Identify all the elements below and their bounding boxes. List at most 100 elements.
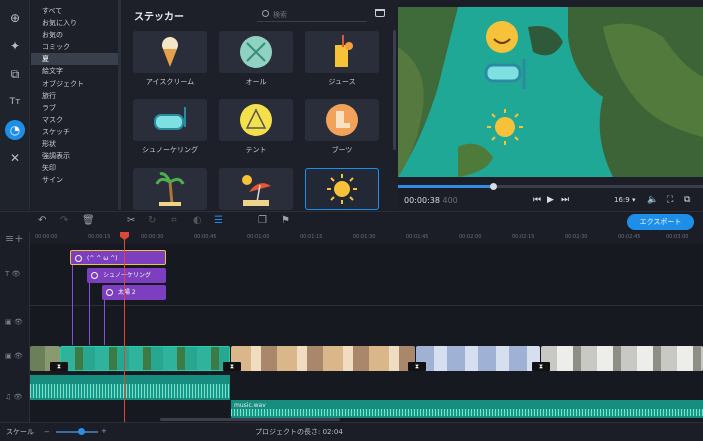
video-track-icon[interactable]: ▣ 👁: [5, 352, 23, 360]
sticker-clip[interactable]: 太陽 2: [102, 285, 166, 300]
ice-cream-icon: [162, 37, 178, 67]
transition-icon[interactable]: ⧗: [408, 362, 426, 371]
sticker-clip[interactable]: シュノーケリング: [87, 268, 166, 283]
titles-icon[interactable]: Tт: [5, 92, 25, 112]
play-icon[interactable]: ▶: [547, 195, 554, 205]
video-clip[interactable]: [541, 346, 703, 371]
ruler-tick: 00:02:15: [512, 234, 535, 240]
rotate-icon[interactable]: ↻: [148, 215, 156, 226]
ruler-tick: 00:02:00: [459, 234, 482, 240]
category-item[interactable]: 矢印: [31, 162, 121, 174]
search-input[interactable]: 検索: [257, 8, 367, 22]
category-item[interactable]: コミック: [31, 41, 121, 53]
title-track-icon[interactable]: T 👁: [5, 270, 20, 278]
sticker-oars[interactable]: [219, 31, 293, 73]
category-item[interactable]: お気の: [31, 29, 121, 41]
zoom-out-icon[interactable]: −: [44, 428, 50, 436]
sticker-umbrella[interactable]: [219, 168, 293, 210]
sticker-clip-icon: [106, 289, 113, 296]
category-item[interactable]: 絵文字: [31, 65, 121, 77]
next-frame-icon[interactable]: ⏭: [561, 195, 569, 205]
category-item[interactable]: ラブ: [31, 102, 121, 114]
sticker-label: アイスクリーム: [145, 78, 195, 86]
crop-icon[interactable]: ⌗: [171, 215, 177, 226]
ruler-tick: 00:01:30: [353, 234, 376, 240]
video-preview[interactable]: [398, 7, 703, 177]
popout-icon[interactable]: ⧉: [684, 195, 690, 205]
color-icon[interactable]: ◐: [193, 215, 202, 226]
marker-icon[interactable]: ⚑: [281, 215, 290, 226]
scale-slider-handle[interactable]: [78, 428, 85, 435]
sticker-tent[interactable]: [219, 99, 293, 141]
sticker-sun-selected[interactable]: [305, 168, 379, 210]
sticker-label: オール: [245, 78, 267, 86]
category-item[interactable]: マスク: [31, 114, 121, 126]
ruler-tick: 00:01:00: [247, 234, 270, 240]
ruler-tick: 00:00:45: [194, 234, 217, 240]
sticker-boots[interactable]: [305, 99, 379, 141]
ruler-tick: 00:02:45: [618, 234, 641, 240]
sticker-snorkel[interactable]: [133, 99, 207, 141]
playback-handle[interactable]: [490, 183, 497, 190]
sticker-label: テント: [245, 146, 267, 154]
scale-slider[interactable]: [56, 431, 98, 433]
volume-icon[interactable]: 🔈: [647, 195, 658, 205]
transitions-icon[interactable]: ⧉: [5, 64, 25, 84]
zoom-in-icon[interactable]: +: [101, 427, 107, 435]
sun-icon: [327, 174, 357, 204]
category-item[interactable]: サイン: [31, 174, 121, 186]
category-item[interactable]: 強調表示: [31, 150, 121, 162]
sticker-clip-icon: [91, 272, 98, 279]
clip-link-line: [72, 265, 73, 345]
movie-editor-window: ⊕ ✦ ⧉ Tт ◔ ✕ すべて お気に入り お気の コミック 夏 絵文字 オブ…: [0, 0, 703, 441]
audio-waveform: [30, 383, 230, 398]
magic-wand-icon[interactable]: ✦: [5, 36, 25, 56]
undo-icon[interactable]: ↶: [38, 215, 46, 226]
sticker-scrollbar[interactable]: [393, 30, 396, 150]
stickers-icon[interactable]: ◔: [5, 120, 25, 140]
audio-clip[interactable]: [30, 375, 230, 400]
clip-properties-icon[interactable]: ☰: [214, 215, 223, 226]
export-button[interactable]: エクスポート: [627, 214, 694, 230]
sticker-palm[interactable]: [133, 168, 207, 210]
video-clip[interactable]: [231, 346, 415, 371]
category-item[interactable]: オブジェクト: [31, 78, 121, 90]
playhead[interactable]: [124, 233, 125, 422]
sticker-ice-cream[interactable]: [133, 31, 207, 73]
timeline-scrollbar[interactable]: [160, 418, 340, 421]
video-clip-selected[interactable]: [60, 346, 230, 371]
redo-icon[interactable]: ↷: [60, 215, 68, 226]
category-item[interactable]: お気に入り: [31, 17, 121, 29]
category-scrollbar[interactable]: [118, 0, 121, 210]
category-item[interactable]: 形状: [31, 138, 121, 150]
cart-icon[interactable]: [375, 9, 385, 17]
overlay-track-icon[interactable]: ▣ 👁: [5, 318, 23, 326]
audio-clip[interactable]: music.wav: [231, 400, 703, 418]
prev-frame-icon[interactable]: ⏮: [533, 195, 541, 205]
playback-time: 00:00:38 400: [404, 196, 458, 205]
transition-icon[interactable]: ⧗: [532, 362, 550, 371]
sticker-category-list: すべて お気に入り お気の コミック 夏 絵文字 オブジェクト 旅行 ラブ マス…: [31, 0, 121, 210]
import-icon[interactable]: ⊕: [5, 8, 25, 28]
transition-icon[interactable]: ⧗: [223, 362, 241, 371]
sticker-juice[interactable]: [305, 31, 379, 73]
cut-icon[interactable]: ✂: [127, 215, 135, 226]
category-item[interactable]: 旅行: [31, 90, 121, 102]
tools-icon[interactable]: ✕: [5, 148, 25, 168]
aspect-ratio-select[interactable]: 16:9 ▾: [614, 196, 635, 204]
add-track-icon[interactable]: ≡+: [5, 232, 23, 245]
ruler-tick: 00:00:00: [35, 234, 58, 240]
delete-icon[interactable]: 🗑: [82, 215, 95, 226]
audio-track-icon[interactable]: ♫ 👁: [5, 393, 22, 401]
transition-icon[interactable]: ⧗: [50, 362, 68, 371]
video-clip[interactable]: [416, 346, 540, 371]
sticker-clip[interactable]: (^ ^ ω ^): [70, 250, 166, 265]
ruler-tick: 00:00:30: [141, 234, 164, 240]
overlay-icon[interactable]: ❐: [258, 215, 267, 226]
fullscreen-icon[interactable]: ⛶: [667, 195, 673, 205]
ruler-tick: 00:01:15: [300, 234, 323, 240]
ruler-tick: 00:00:15: [88, 234, 111, 240]
category-item[interactable]: スケッチ: [31, 126, 121, 138]
category-item[interactable]: すべて: [31, 5, 121, 17]
category-item-selected[interactable]: 夏: [31, 53, 121, 66]
